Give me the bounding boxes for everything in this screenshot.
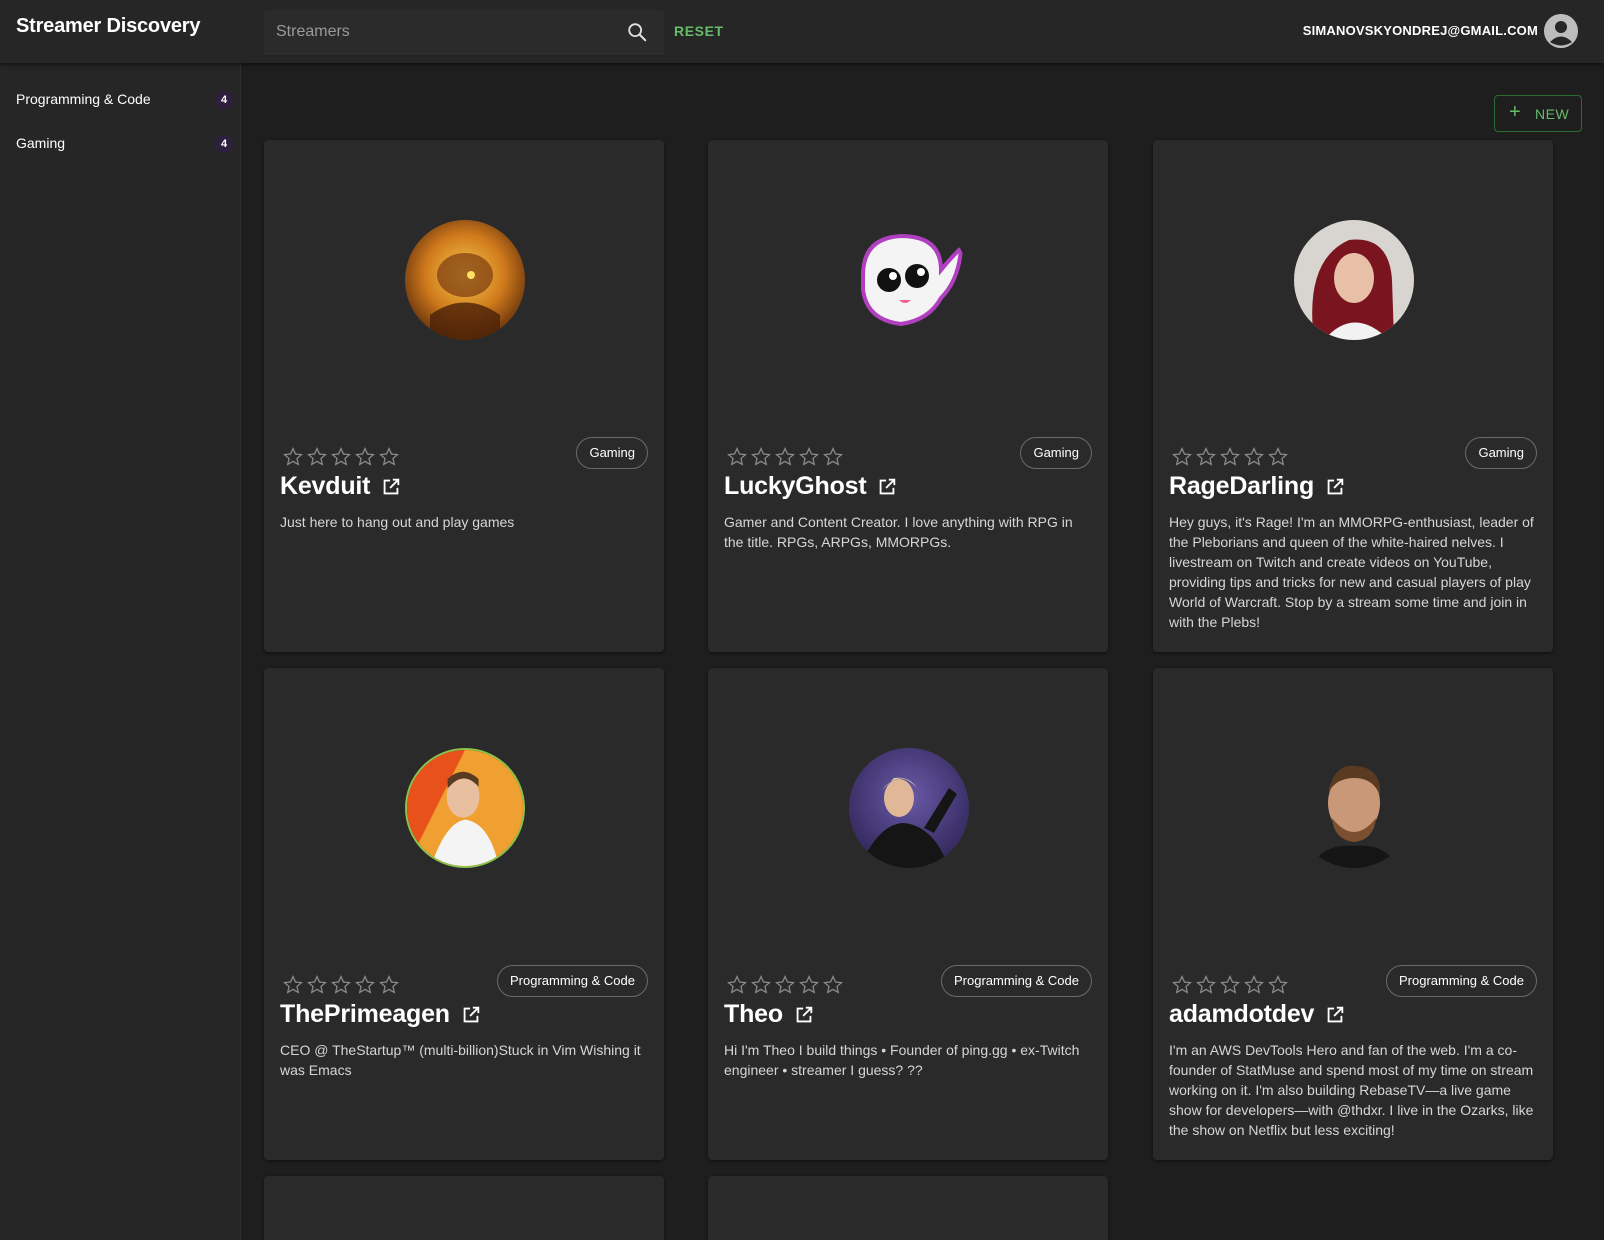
star-icon[interactable] bbox=[1267, 974, 1289, 996]
star-icon[interactable] bbox=[774, 446, 796, 468]
streamer-description: Gamer and Content Creator. I love anythi… bbox=[724, 514, 1073, 550]
star-icon[interactable] bbox=[798, 446, 820, 468]
streamer-avatar bbox=[1294, 748, 1414, 868]
star-icon[interactable] bbox=[306, 974, 328, 996]
streamer-avatar bbox=[1294, 220, 1414, 340]
category-chip[interactable]: Gaming bbox=[576, 437, 648, 469]
app-bar: Streamer Discovery RESET SIMANOVSKYONDRE… bbox=[0, 0, 1604, 63]
streamer-name-row: LuckyGhost bbox=[724, 472, 898, 502]
star-icon[interactable] bbox=[1219, 446, 1241, 468]
star-icon[interactable] bbox=[750, 446, 772, 468]
search-icon[interactable] bbox=[626, 21, 648, 43]
streamer-description: I'm an AWS DevTools Hero and fan of the … bbox=[1169, 1042, 1534, 1138]
star-icon[interactable] bbox=[1195, 974, 1217, 996]
category-chip[interactable]: Gaming bbox=[1020, 437, 1092, 469]
star-icon[interactable] bbox=[1171, 974, 1193, 996]
streamer-card: Gaming LuckyGhost Gamer and Content Crea… bbox=[708, 140, 1108, 652]
sidebar-item-programming-code[interactable]: Programming & Code 4 bbox=[0, 78, 241, 122]
external-link-icon[interactable] bbox=[1324, 476, 1346, 498]
streamer-card: Gaming RageDarling Hey guys, it's Rage! … bbox=[1153, 140, 1553, 652]
star-rating[interactable] bbox=[1171, 446, 1291, 468]
star-icon[interactable] bbox=[1243, 974, 1265, 996]
star-icon[interactable] bbox=[726, 446, 748, 468]
streamer-name: Kevduit bbox=[280, 472, 371, 500]
star-icon[interactable] bbox=[774, 974, 796, 996]
search-input[interactable] bbox=[276, 10, 616, 54]
star-icon[interactable] bbox=[378, 974, 400, 996]
streamer-avatar bbox=[405, 220, 525, 340]
streamer-description: Hi I'm Theo I build things • Founder of … bbox=[724, 1042, 1080, 1078]
streamer-name: Theo bbox=[724, 1000, 783, 1028]
streamer-description: CEO @ TheStartup™ (multi-billion)Stuck i… bbox=[280, 1042, 641, 1078]
star-icon[interactable] bbox=[354, 974, 376, 996]
star-icon[interactable] bbox=[1195, 446, 1217, 468]
star-icon[interactable] bbox=[1267, 446, 1289, 468]
streamer-name: adamdotdev bbox=[1169, 1000, 1315, 1028]
star-rating[interactable] bbox=[1171, 974, 1291, 996]
star-icon[interactable] bbox=[750, 974, 772, 996]
streamer-card bbox=[264, 1176, 664, 1240]
reset-button[interactable]: RESET bbox=[666, 18, 732, 44]
external-link-icon[interactable] bbox=[793, 1004, 815, 1026]
star-icon[interactable] bbox=[1243, 446, 1265, 468]
category-chip[interactable]: Programming & Code bbox=[497, 965, 648, 997]
streamer-description: Just here to hang out and play games bbox=[280, 514, 515, 530]
sidebar-item-label: Programming & Code bbox=[16, 91, 151, 107]
external-link-icon[interactable] bbox=[380, 476, 402, 498]
external-link-icon[interactable] bbox=[876, 476, 898, 498]
account-icon[interactable] bbox=[1544, 14, 1578, 48]
streamer-name: ThePrimeagen bbox=[280, 1000, 450, 1028]
count-badge: 4 bbox=[215, 91, 233, 109]
star-icon[interactable] bbox=[1171, 446, 1193, 468]
streamer-name-row: Kevduit bbox=[280, 472, 402, 502]
streamer-avatar bbox=[849, 220, 969, 340]
star-icon[interactable] bbox=[822, 446, 844, 468]
new-streamer-button[interactable]: + NEW bbox=[1494, 95, 1582, 132]
search-field[interactable] bbox=[264, 10, 664, 54]
star-rating[interactable] bbox=[282, 446, 402, 468]
star-icon[interactable] bbox=[1219, 974, 1241, 996]
streamer-name: RageDarling bbox=[1169, 472, 1315, 500]
streamer-avatar bbox=[405, 748, 525, 868]
star-icon[interactable] bbox=[354, 446, 376, 468]
star-icon[interactable] bbox=[798, 974, 820, 996]
plus-icon: + bbox=[1509, 101, 1522, 123]
category-chip[interactable]: Programming & Code bbox=[941, 965, 1092, 997]
star-rating[interactable] bbox=[282, 974, 402, 996]
category-chip[interactable]: Gaming bbox=[1465, 437, 1537, 469]
star-icon[interactable] bbox=[822, 974, 844, 996]
streamer-card bbox=[708, 1176, 1108, 1240]
streamer-card: Programming & Code ThePrimeagen CEO @ Th… bbox=[264, 668, 664, 1160]
count-badge: 4 bbox=[215, 135, 233, 153]
star-icon[interactable] bbox=[330, 446, 352, 468]
streamer-name-row: Theo bbox=[724, 1000, 815, 1030]
star-icon[interactable] bbox=[282, 974, 304, 996]
star-icon[interactable] bbox=[282, 446, 304, 468]
star-rating[interactable] bbox=[726, 446, 846, 468]
sidebar-item-gaming[interactable]: Gaming 4 bbox=[0, 122, 241, 166]
star-icon[interactable] bbox=[306, 446, 328, 468]
star-rating[interactable] bbox=[726, 974, 846, 996]
streamer-name-row: RageDarling bbox=[1169, 472, 1346, 502]
streamer-avatar bbox=[849, 748, 969, 868]
streamer-card: Programming & Code Theo Hi I'm Theo I bu… bbox=[708, 668, 1108, 1160]
sidebar-item-label: Gaming bbox=[16, 135, 66, 151]
app-title: Streamer Discovery bbox=[16, 15, 201, 37]
user-email: SIMANOVSKYONDREJ@GMAIL.COM bbox=[1302, 23, 1538, 38]
streamer-card: Gaming Kevduit Just here to hang out and… bbox=[264, 140, 664, 652]
star-icon[interactable] bbox=[726, 974, 748, 996]
external-link-icon[interactable] bbox=[460, 1004, 482, 1026]
streamer-name-row: adamdotdev bbox=[1169, 1000, 1346, 1030]
sidebar: Programming & Code 4 Gaming 4 bbox=[0, 63, 241, 1240]
star-icon[interactable] bbox=[378, 446, 400, 468]
category-chip[interactable]: Programming & Code bbox=[1386, 965, 1537, 997]
streamer-name: LuckyGhost bbox=[724, 472, 867, 500]
streamer-description: Hey guys, it's Rage! I'm an MMORPG-enthu… bbox=[1169, 514, 1534, 630]
star-icon[interactable] bbox=[330, 974, 352, 996]
external-link-icon[interactable] bbox=[1324, 1004, 1346, 1026]
new-button-label: NEW bbox=[1535, 106, 1570, 122]
streamer-card: Programming & Code adamdotdev I'm an AWS… bbox=[1153, 668, 1553, 1160]
streamer-name-row: ThePrimeagen bbox=[280, 1000, 482, 1030]
